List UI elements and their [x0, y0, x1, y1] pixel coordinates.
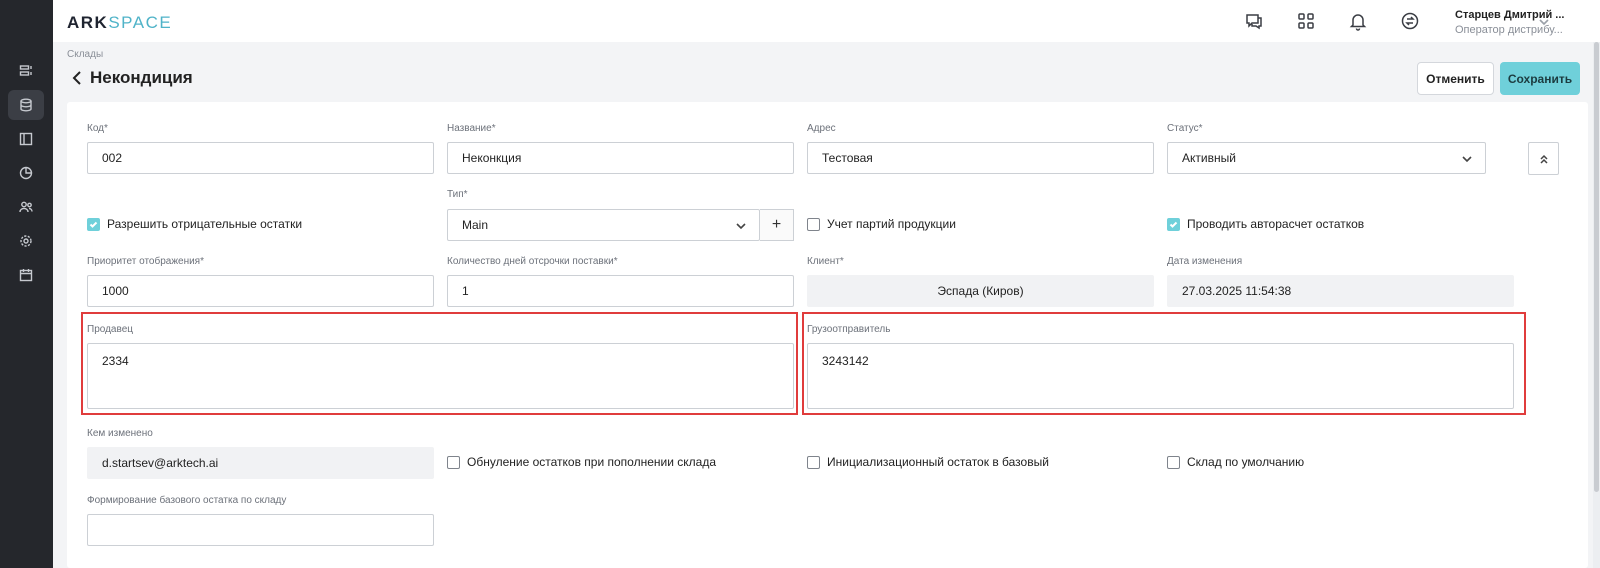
apps-grid-icon[interactable] — [1296, 11, 1316, 31]
sync-icon[interactable] — [1400, 11, 1420, 31]
init-to-base-checkbox[interactable]: Инициализационный остаток в базовый — [807, 455, 1049, 469]
seller-textarea[interactable]: 2334 — [87, 343, 794, 409]
type-label: Тип* — [447, 189, 468, 200]
changed-by-label: Кем изменено — [87, 428, 153, 439]
base-formation-input[interactable] — [87, 514, 434, 546]
batch-tracking-checkbox[interactable]: Учет партий продукции — [807, 217, 956, 231]
checkbox-checked-icon — [1167, 217, 1180, 231]
display-priority-label: Приоритет отображения* — [87, 256, 204, 267]
status-label: Статус* — [1167, 123, 1203, 134]
sidebar-item-calendar[interactable] — [8, 260, 44, 290]
pie-chart-icon — [19, 166, 33, 180]
chevron-down-icon — [735, 220, 747, 232]
changed-date-label: Дата изменения — [1167, 256, 1243, 267]
name-label: Название* — [447, 123, 496, 134]
delay-days-label: Количество дней отсрочки поставки* — [447, 256, 618, 267]
user-menu[interactable]: Старцев Дмитрий ... Оператор дистрибу... — [1455, 9, 1575, 36]
settings-icon — [20, 235, 32, 247]
sidebar-item-warehouses[interactable] — [8, 90, 44, 120]
allow-negative-label: Разрешить отрицательные остатки — [107, 217, 303, 231]
checkbox-icon — [807, 455, 820, 469]
address-label: Адрес — [807, 123, 836, 134]
default-warehouse-checkbox[interactable]: Склад по умолчанию — [1167, 455, 1304, 469]
user-name: Старцев Дмитрий ... — [1455, 9, 1565, 21]
type-select[interactable]: Main — [447, 209, 760, 241]
chevron-down-icon[interactable] — [1538, 15, 1550, 27]
client-label: Клиент* — [807, 256, 844, 267]
scrollbar-thumb[interactable] — [1594, 42, 1599, 492]
init-to-base-label: Инициализационный остаток в базовый — [827, 455, 1049, 469]
sidebar — [0, 0, 53, 568]
reset-on-refill-label: Обнуление остатков при пополнении склада — [467, 455, 716, 469]
auto-calc-label: Проводить авторасчет остатков — [1187, 217, 1365, 231]
database-icon — [20, 98, 32, 112]
checkbox-icon — [447, 455, 460, 469]
default-warehouse-label: Склад по умолчанию — [1187, 455, 1305, 469]
sidebar-item-users[interactable] — [8, 192, 44, 222]
users-icon — [19, 201, 33, 213]
sidebar-item-layers[interactable] — [8, 56, 44, 86]
cancel-button[interactable]: Отменить — [1417, 62, 1494, 95]
delay-days-input[interactable]: 1 — [447, 275, 794, 307]
back-arrow-icon[interactable] — [70, 70, 84, 86]
name-input[interactable]: Неконкция — [447, 142, 794, 174]
logo-ark: ARK — [67, 13, 109, 32]
shipper-textarea[interactable]: 3243142 — [807, 343, 1514, 409]
changed-date-field: 27.03.2025 11:54:38 — [1167, 275, 1514, 307]
add-type-button[interactable]: + — [760, 209, 794, 241]
code-label: Код* — [87, 123, 108, 134]
logo-space: SPACE — [108, 13, 173, 32]
code-input[interactable]: 002 — [87, 142, 434, 174]
status-value: Активный — [1182, 151, 1236, 165]
checkbox-icon — [807, 217, 820, 231]
page-title: Некондиция — [90, 68, 193, 87]
checkbox-icon — [1167, 455, 1180, 469]
status-select[interactable]: Активный — [1167, 142, 1486, 174]
layers-icon — [19, 65, 32, 76]
top-bar: ARKSPACE Старцев Дмитрий ... Оператор ди… — [53, 0, 1600, 42]
sidebar-item-layout[interactable] — [8, 124, 44, 154]
changed-by-field: d.startsev@arktech.ai — [87, 447, 434, 479]
seller-label: Продавец — [87, 324, 133, 335]
display-priority-input[interactable]: 1000 — [87, 275, 434, 307]
collapse-button[interactable] — [1528, 142, 1559, 175]
chevrons-up-icon — [1539, 154, 1548, 164]
checkbox-checked-icon — [87, 217, 100, 231]
base-formation-label: Формирование базового остатка по складу — [87, 495, 287, 506]
bell-icon[interactable] — [1348, 11, 1368, 31]
address-input[interactable]: Тестовая — [807, 142, 1154, 174]
type-value: Main — [462, 218, 489, 232]
shipper-label: Грузоотправитель — [807, 324, 891, 335]
reset-on-refill-checkbox[interactable]: Обнуление остатков при пополнении склада — [447, 455, 716, 469]
chevron-down-icon — [1461, 153, 1473, 165]
sidebar-item-reports[interactable] — [8, 158, 44, 188]
breadcrumb[interactable]: Склады — [67, 49, 103, 60]
user-role: Оператор дистрибу... — [1455, 24, 1563, 36]
client-field[interactable]: Эспада (Киров) — [807, 275, 1154, 307]
batch-tracking-label: Учет партий продукции — [827, 217, 956, 231]
chat-help-icon[interactable] — [1244, 11, 1264, 31]
sidebar-item-settings[interactable] — [8, 226, 44, 256]
logo: ARKSPACE — [67, 13, 172, 33]
save-button[interactable]: Сохранить — [1500, 62, 1580, 95]
layout-icon — [19, 132, 33, 146]
auto-calc-checkbox[interactable]: Проводить авторасчет остатков — [1167, 217, 1364, 231]
calendar-icon — [19, 269, 33, 282]
allow-negative-checkbox[interactable]: Разрешить отрицательные остатки — [87, 217, 302, 231]
